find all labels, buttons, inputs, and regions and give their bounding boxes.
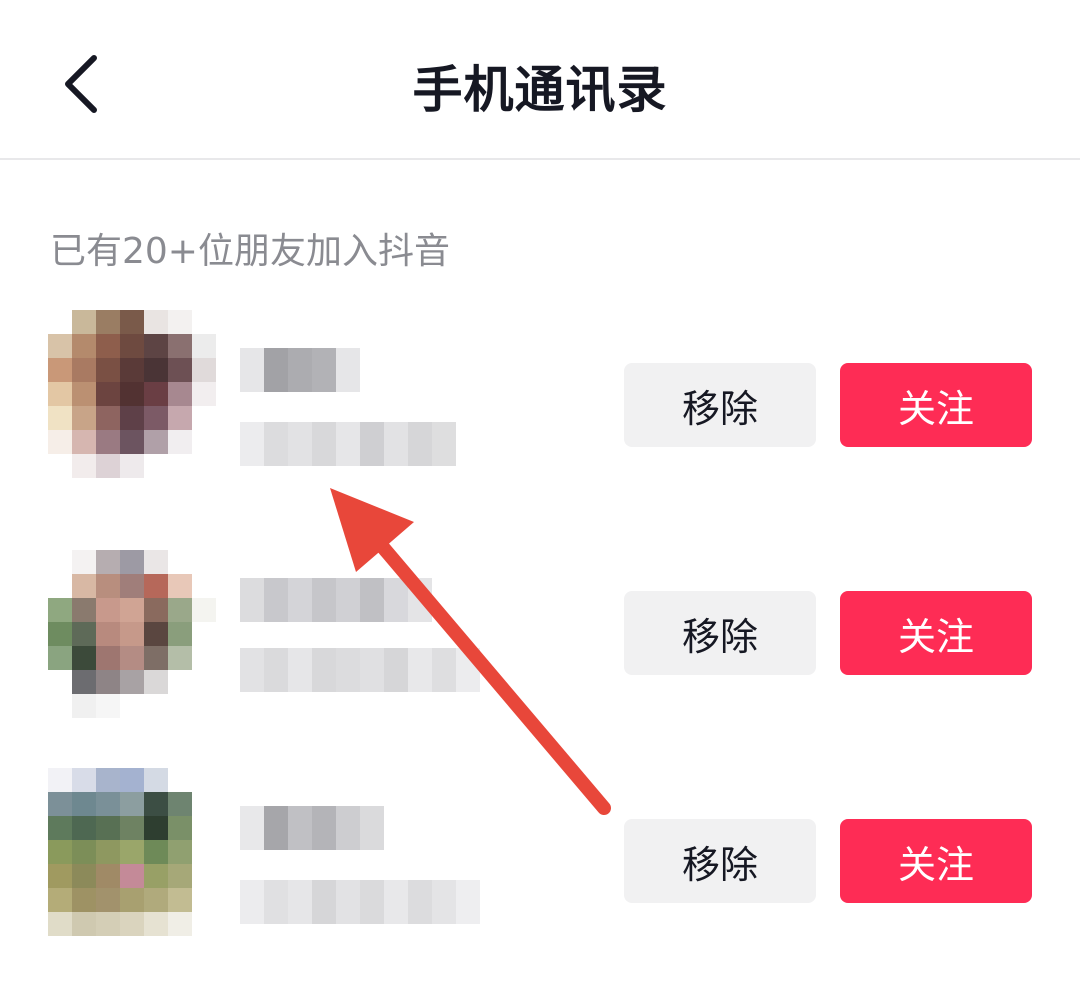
contact-subtitle [240, 880, 480, 924]
contact-row: 移除 关注 [0, 768, 1080, 968]
contact-name [240, 806, 384, 850]
remove-button[interactable]: 移除 [624, 363, 816, 447]
friends-joined-count: 已有20+位朋友加入抖音 [50, 231, 450, 272]
contact-row: 移除 关注 [0, 310, 1080, 510]
follow-button[interactable]: 关注 [840, 363, 1032, 447]
avatar[interactable] [48, 310, 216, 478]
contact-row: 移除 关注 [0, 550, 1080, 750]
follow-button[interactable]: 关注 [840, 819, 1032, 903]
top-bar: 手机通讯录 [0, 0, 1080, 160]
avatar[interactable] [48, 550, 216, 718]
page-title: 手机通讯录 [412, 61, 668, 119]
avatar[interactable] [48, 768, 216, 936]
follow-button[interactable]: 关注 [840, 591, 1032, 675]
remove-button[interactable]: 移除 [624, 819, 816, 903]
contact-name [240, 578, 432, 622]
remove-button[interactable]: 移除 [624, 591, 816, 675]
contact-name [240, 348, 360, 392]
contact-subtitle [240, 648, 480, 692]
contact-subtitle [240, 422, 456, 466]
